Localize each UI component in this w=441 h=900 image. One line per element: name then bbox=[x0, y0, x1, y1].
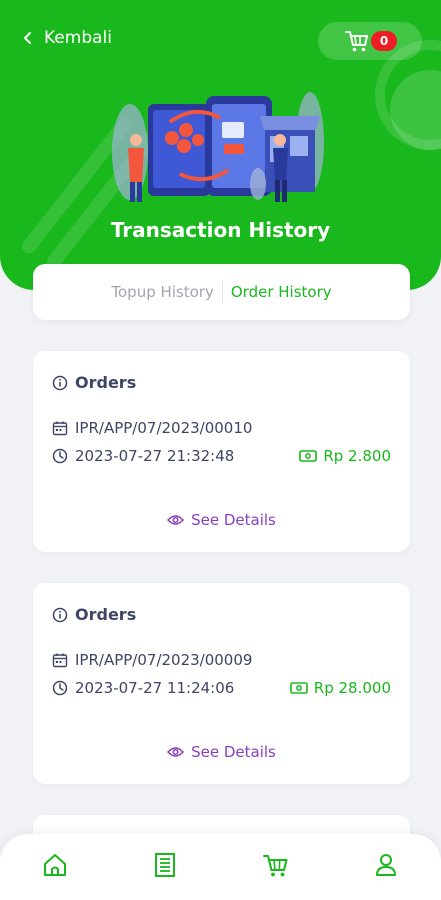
eye-icon bbox=[167, 747, 185, 757]
money-icon bbox=[289, 682, 308, 694]
clock-icon bbox=[52, 680, 68, 696]
order-datetime: 2023-07-27 11:24:06 bbox=[75, 679, 235, 697]
history-tabs: Topup History Order History bbox=[33, 264, 410, 320]
chevron-left-icon bbox=[24, 32, 31, 44]
nav-cart-button[interactable] bbox=[246, 840, 306, 890]
tab-topup-history[interactable]: Topup History bbox=[103, 283, 221, 301]
transaction-illustration bbox=[112, 92, 324, 202]
see-details-label: See Details bbox=[191, 511, 276, 529]
order-id: IPR/APP/07/2023/00010 bbox=[75, 419, 253, 437]
order-id-row: IPR/APP/07/2023/00009 bbox=[52, 651, 252, 669]
receipt-icon bbox=[155, 853, 176, 877]
back-button[interactable]: Kembali bbox=[22, 28, 112, 48]
nav-profile-button[interactable] bbox=[356, 840, 416, 890]
order-datetime-row: 2023-07-27 11:24:06 bbox=[52, 679, 234, 697]
order-card: Orders IPR/APP/07/2023/00009 2023-07-27 … bbox=[33, 583, 410, 784]
cart-icon bbox=[345, 31, 368, 52]
order-datetime-row: 2023-07-27 21:32:48 bbox=[52, 447, 234, 465]
order-amount-value: Rp 28.000 bbox=[313, 679, 391, 697]
calendar-icon bbox=[52, 421, 68, 436]
back-label: Kembali bbox=[44, 28, 112, 48]
see-details-button[interactable]: See Details bbox=[33, 743, 410, 761]
cart-icon bbox=[262, 855, 288, 877]
nav-home-button[interactable] bbox=[25, 840, 85, 890]
order-amount: Rp 2.800 bbox=[299, 447, 391, 465]
order-card-header: Orders bbox=[52, 373, 136, 392]
order-datetime: 2023-07-27 21:32:48 bbox=[75, 447, 235, 465]
nav-orders-button[interactable] bbox=[135, 840, 195, 890]
order-heading: Orders bbox=[75, 605, 137, 624]
user-icon bbox=[375, 854, 396, 876]
cart-button[interactable]: 0 bbox=[318, 22, 422, 60]
order-amount: Rp 28.000 bbox=[289, 679, 391, 697]
header-banner: Kembali 0 Transaction History bbox=[0, 0, 441, 290]
see-details-button[interactable]: See Details bbox=[33, 511, 410, 529]
clock-icon bbox=[52, 448, 68, 464]
info-icon bbox=[52, 607, 68, 622]
eye-icon bbox=[167, 515, 185, 525]
order-card-header: Orders bbox=[52, 605, 136, 624]
bottom-navigation bbox=[0, 834, 441, 900]
calendar-icon bbox=[52, 653, 68, 668]
see-details-label: See Details bbox=[191, 743, 276, 761]
order-id: IPR/APP/07/2023/00009 bbox=[75, 651, 253, 669]
order-heading: Orders bbox=[75, 373, 137, 392]
cart-count-badge: 0 bbox=[371, 31, 397, 51]
tab-order-history[interactable]: Order History bbox=[223, 283, 340, 301]
order-id-row: IPR/APP/07/2023/00010 bbox=[52, 419, 252, 437]
order-amount-value: Rp 2.800 bbox=[323, 447, 391, 465]
page-title: Transaction History bbox=[110, 218, 331, 242]
money-icon bbox=[299, 450, 318, 462]
home-icon bbox=[44, 854, 67, 876]
info-icon bbox=[52, 375, 68, 390]
order-card: Orders IPR/APP/07/2023/00010 2023-07-27 … bbox=[33, 351, 410, 552]
